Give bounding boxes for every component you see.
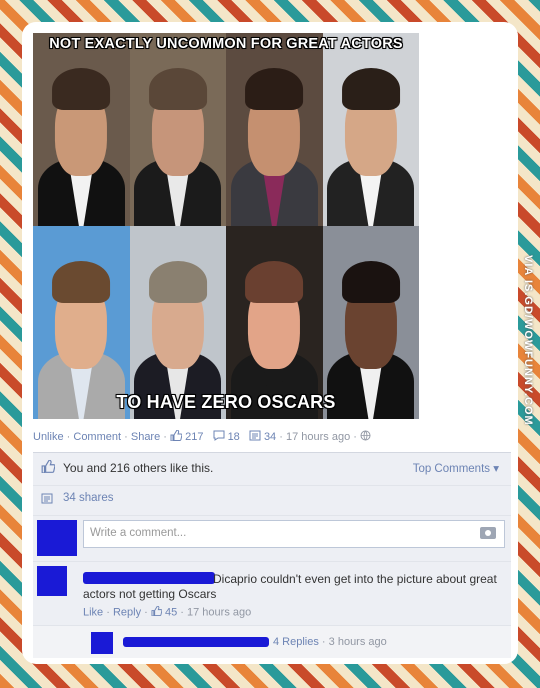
redacted-replier-names xyxy=(123,637,269,647)
separator: · xyxy=(163,431,171,443)
meme-bottom-text: TO HAVE ZERO OSCARS xyxy=(116,392,336,412)
thumbs-up-icon xyxy=(170,429,183,444)
comment-link[interactable]: Comment xyxy=(73,431,121,443)
top-comments-dropdown[interactable]: Top Comments ▾ xyxy=(413,461,499,475)
post-timestamp[interactable]: 17 hours ago xyxy=(286,431,350,443)
separator: · xyxy=(279,431,286,443)
likes-summary-text[interactable]: You and 216 others like this. xyxy=(63,461,213,475)
meme-top-text: NOT EXACTLY UNCOMMON FOR GREAT ACTORS xyxy=(49,36,403,52)
actor-photo-3 xyxy=(226,33,323,226)
comment-text: Dicaprio couldn't even get into the pict… xyxy=(83,572,497,601)
actor-photo-7 xyxy=(226,226,323,419)
separator: · xyxy=(106,606,113,619)
comments-panel: You and 216 others like this. Top Commen… xyxy=(33,452,511,658)
separator: · xyxy=(124,431,131,443)
portrait-hair xyxy=(52,260,111,304)
top-comments-label: Top Comments xyxy=(412,463,491,475)
actor-photo-8 xyxy=(322,226,419,419)
portrait-hair xyxy=(52,67,111,111)
thumbs-up-icon xyxy=(41,459,56,476)
separator: · xyxy=(180,606,188,619)
comment-reply-link[interactable]: Reply xyxy=(113,606,141,618)
avatar xyxy=(91,632,113,654)
globe-icon xyxy=(360,430,371,444)
comment-likes-count[interactable]: 45 xyxy=(165,606,177,618)
actor-photo-6 xyxy=(129,226,226,419)
likes-summary-row: You and 216 others like this. Top Commen… xyxy=(33,453,511,483)
replies-timestamp: 3 hours ago xyxy=(328,636,387,648)
shares-text[interactable]: 34 shares xyxy=(63,492,114,504)
comment-timestamp[interactable]: 17 hours ago xyxy=(187,606,251,618)
share-link[interactable]: Share xyxy=(131,431,160,443)
likes-count[interactable]: 217 xyxy=(185,431,203,443)
separator: · xyxy=(321,636,329,648)
portrait-hair xyxy=(341,260,400,304)
comment-like-link[interactable]: Like xyxy=(83,606,103,618)
replies-meta: 4 Replies · 3 hours ago xyxy=(273,636,387,648)
shares-row: 34 shares xyxy=(33,485,511,514)
share-icon xyxy=(249,430,261,444)
actor-photo-2 xyxy=(129,33,226,226)
meme-image[interactable]: NOT EXACTLY UNCOMMON FOR GREAT ACTORS TO… xyxy=(33,33,419,419)
replies-row[interactable]: 4 Replies · 3 hours ago xyxy=(33,625,511,658)
actor-photo-grid xyxy=(33,33,419,419)
separator: · xyxy=(144,606,151,619)
shares-count[interactable]: 34 xyxy=(264,431,276,443)
thumbs-up-icon xyxy=(151,605,163,619)
write-comment-row: Write a comment... xyxy=(33,515,511,556)
camera-icon[interactable] xyxy=(480,527,496,539)
comment-input-placeholder: Write a comment... xyxy=(90,527,187,539)
post-actions-bar: Unlike · Comment · Share · 217 18 34 · 1… xyxy=(33,429,371,444)
portrait-hair xyxy=(341,67,400,111)
watermark-text: VIA IS.GD/WOWFUNNY.COM xyxy=(522,254,534,426)
portrait-hair xyxy=(245,67,304,111)
comment-meta: Like · Reply · 45 · 17 hours ago xyxy=(83,605,251,619)
comment-input[interactable]: Write a comment... xyxy=(83,520,505,548)
avatar xyxy=(37,520,77,556)
actor-photo-1 xyxy=(33,33,130,226)
avatar[interactable] xyxy=(37,566,67,596)
separator: · xyxy=(353,431,360,443)
actor-photo-4 xyxy=(322,33,419,226)
portrait-hair xyxy=(148,67,207,111)
share-icon xyxy=(41,493,53,507)
portrait-hair xyxy=(148,260,207,304)
comments-count[interactable]: 18 xyxy=(228,431,240,443)
replies-count[interactable]: 4 Replies xyxy=(273,636,319,648)
comment-bubble-icon xyxy=(213,430,225,444)
unlike-link[interactable]: Unlike xyxy=(33,431,64,443)
comment-item: Dicaprio couldn't even get into the pict… xyxy=(33,561,511,624)
portrait-hair xyxy=(245,260,304,304)
actor-photo-5 xyxy=(33,226,130,419)
